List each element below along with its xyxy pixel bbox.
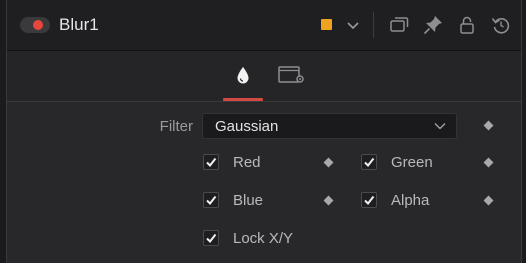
node-enable-toggle[interactable] [20, 17, 50, 33]
duplicate-icon[interactable] [387, 13, 411, 37]
droplet-icon[interactable] [228, 61, 258, 91]
pin-icon[interactable] [421, 13, 445, 37]
inspector-tab-bar [7, 51, 521, 102]
filter-dropdown[interactable]: Gaussian [202, 113, 457, 139]
checkmark-icon [364, 157, 375, 168]
red-checkbox[interactable] [203, 154, 219, 170]
green-keyframe-diamond[interactable] [483, 157, 494, 168]
lock-icon[interactable] [455, 13, 479, 37]
checkmark-icon [206, 233, 217, 244]
chevron-down-icon [434, 122, 446, 130]
blue-label: Blue [233, 192, 264, 209]
alpha-keyframe-diamond[interactable] [483, 195, 494, 206]
inspector-panel: Blur1 Filter Gaussian Red Green Blue Alp… [6, 0, 522, 263]
lock-xy-label: Lock X/Y [233, 230, 294, 247]
checkmark-icon [206, 195, 217, 206]
enable-dot [33, 20, 43, 30]
settings-window-icon[interactable] [277, 61, 307, 91]
lock-xy-checkbox[interactable] [203, 230, 219, 246]
header-separator [373, 12, 374, 38]
filter-dropdown-value: Gaussian [215, 118, 279, 135]
node-color-chip[interactable] [321, 19, 332, 30]
green-checkbox[interactable] [361, 154, 377, 170]
blue-checkbox[interactable] [203, 192, 219, 208]
checkmark-icon [364, 195, 375, 206]
reset-icon[interactable] [489, 13, 513, 37]
blue-keyframe-diamond[interactable] [323, 195, 334, 206]
red-label: Red [233, 154, 261, 171]
alpha-checkbox[interactable] [361, 192, 377, 208]
active-tab-indicator [223, 98, 263, 101]
checkmark-icon [206, 157, 217, 168]
alpha-label: Alpha [391, 192, 430, 209]
node-title: Blur1 [59, 15, 99, 34]
filter-label: Filter [159, 118, 193, 135]
node-header: Blur1 [7, 0, 521, 51]
red-keyframe-diamond[interactable] [323, 157, 334, 168]
green-label: Green [391, 154, 433, 171]
filter-keyframe-diamond[interactable] [483, 120, 494, 131]
chevron-down-icon[interactable] [341, 13, 365, 37]
